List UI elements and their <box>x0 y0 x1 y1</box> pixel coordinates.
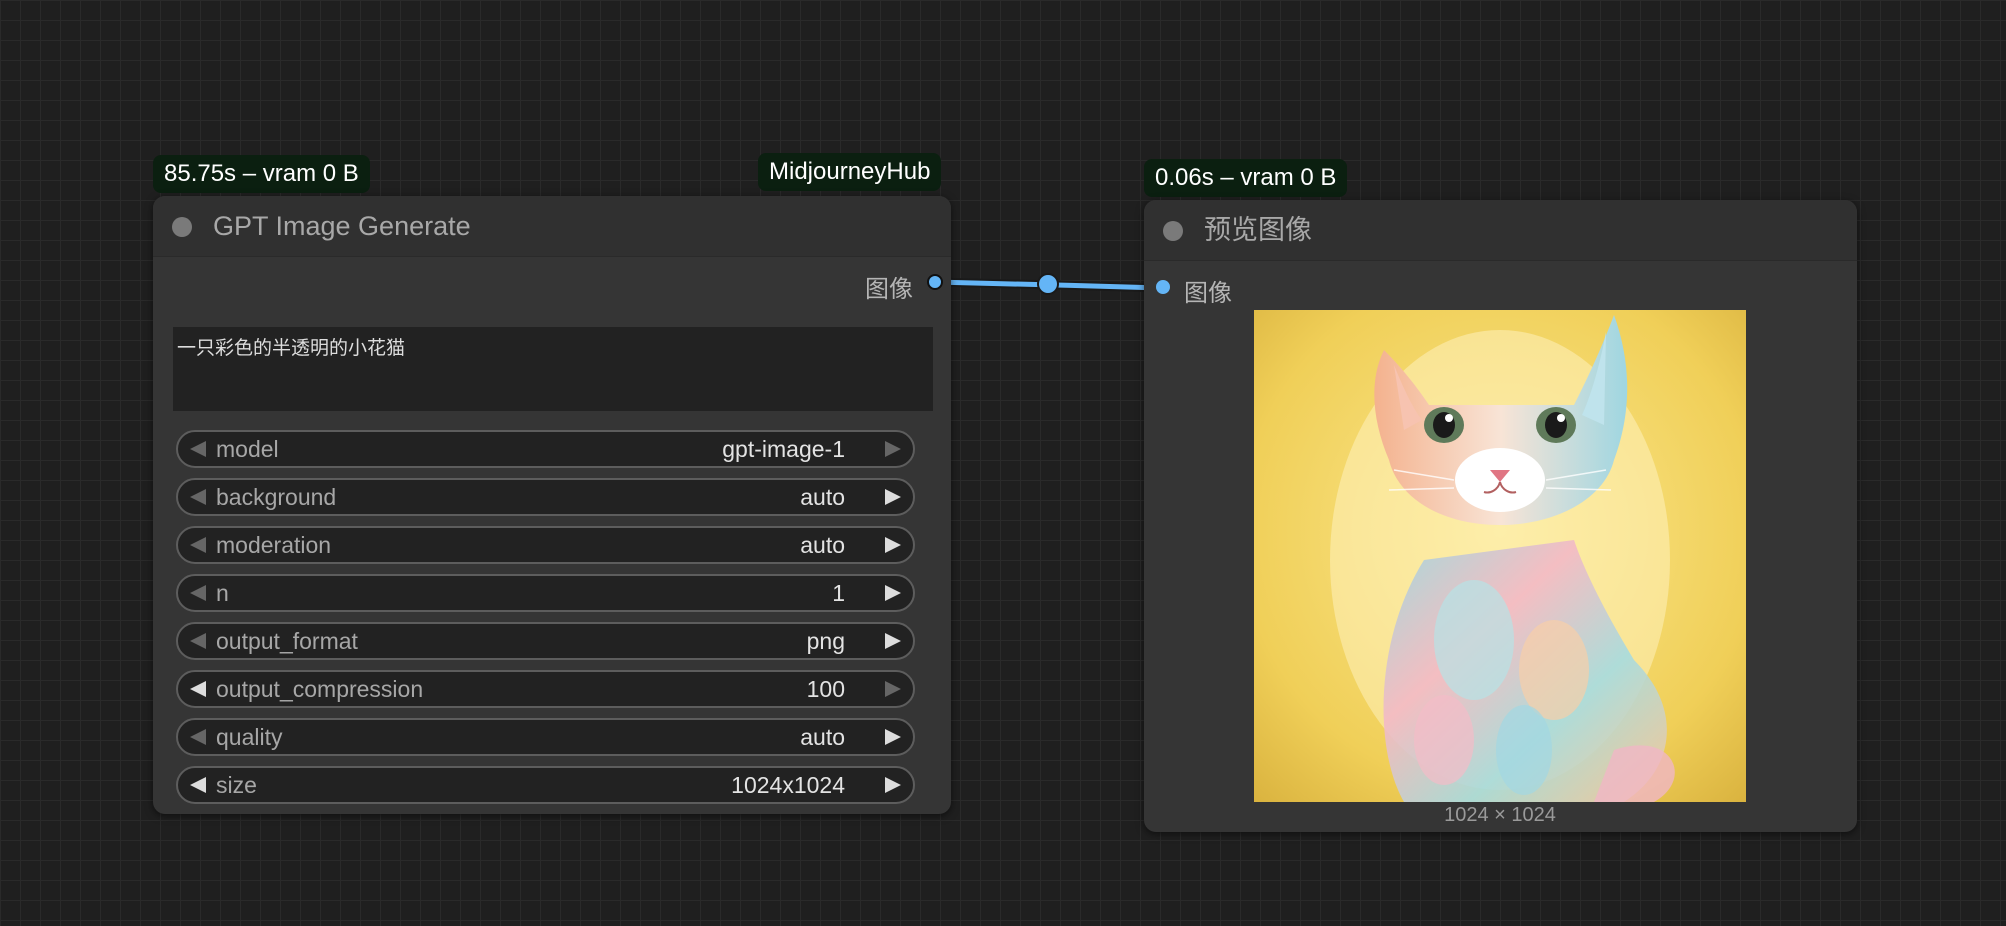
decrement-arrow-icon[interactable] <box>190 681 206 697</box>
output-slot-dot[interactable] <box>927 274 943 290</box>
widget-name: n <box>216 580 229 606</box>
increment-arrow-icon[interactable] <box>885 489 901 505</box>
input-slot-dot[interactable] <box>1156 280 1170 294</box>
collapse-dot-icon[interactable] <box>172 217 192 237</box>
increment-arrow-icon[interactable] <box>885 633 901 649</box>
widget-value: png <box>806 628 845 654</box>
increment-arrow-icon[interactable] <box>885 681 901 697</box>
decrement-arrow-icon[interactable] <box>190 585 206 601</box>
preview-image-node[interactable]: 预览图像 图像 1024 × 1024 <box>1144 200 1857 832</box>
increment-arrow-icon[interactable] <box>885 441 901 457</box>
widget-quality[interactable]: quality auto <box>176 718 915 756</box>
execution-time-badge: 85.75s – vram 0 B <box>153 155 370 193</box>
widget-background[interactable]: background auto <box>176 478 915 516</box>
prompt-textarea[interactable]: 一只彩色的半透明的小花猫 <box>173 327 933 411</box>
decrement-arrow-icon[interactable] <box>190 537 206 553</box>
increment-arrow-icon[interactable] <box>885 537 901 553</box>
cat-illustration <box>1254 310 1746 802</box>
widget-value: 1024x1024 <box>731 772 845 798</box>
widget-name: size <box>216 772 257 798</box>
collapse-dot-icon[interactable] <box>1163 221 1183 241</box>
widget-name: background <box>216 484 337 510</box>
widget-name: moderation <box>216 532 332 558</box>
decrement-arrow-icon[interactable] <box>190 489 206 505</box>
widget-model[interactable]: model gpt-image-1 <box>176 430 915 468</box>
widget-name: output_compression <box>216 676 424 702</box>
widget-output-compression[interactable]: output_compression 100 <box>176 670 915 708</box>
input-slot-label: 图像 <box>1184 280 1232 307</box>
widget-value: 1 <box>832 580 845 606</box>
widget-value: gpt-image-1 <box>722 436 845 462</box>
widget-n[interactable]: n 1 <box>176 574 915 612</box>
decrement-arrow-icon[interactable] <box>190 633 206 649</box>
output-slot-label: 图像 <box>865 276 913 303</box>
widget-value: auto <box>800 484 845 510</box>
node-title: GPT Image Generate <box>213 211 471 241</box>
widget-output-format[interactable]: output_format png <box>176 622 915 660</box>
widget-value: auto <box>800 724 845 750</box>
image-size-caption: 1024 × 1024 <box>1444 804 1556 826</box>
increment-arrow-icon[interactable] <box>885 777 901 793</box>
increment-arrow-icon[interactable] <box>885 585 901 601</box>
widget-value: auto <box>800 532 845 558</box>
widget-name: quality <box>216 724 283 750</box>
node-header[interactable]: 预览图像 <box>1144 200 1857 261</box>
decrement-arrow-icon[interactable] <box>190 777 206 793</box>
widget-name: model <box>216 436 279 462</box>
gpt-image-generate-node[interactable]: GPT Image Generate 图像 一只彩色的半透明的小花猫 model… <box>153 196 951 814</box>
node-header[interactable]: GPT Image Generate <box>153 196 951 257</box>
decrement-arrow-icon[interactable] <box>190 441 206 457</box>
link-midpoint-handle <box>1037 273 1059 295</box>
increment-arrow-icon[interactable] <box>885 729 901 745</box>
widget-moderation[interactable]: moderation auto <box>176 526 915 564</box>
decrement-arrow-icon[interactable] <box>190 729 206 745</box>
widget-value: 100 <box>806 676 845 702</box>
node-title: 预览图像 <box>1204 215 1312 245</box>
widget-size[interactable]: size 1024x1024 <box>176 766 915 804</box>
execution-time-badge: 0.06s – vram 0 B <box>1144 159 1348 197</box>
widget-name: output_format <box>216 628 358 654</box>
preview-image[interactable] <box>1254 310 1746 802</box>
group-badge: MidjourneyHub <box>758 153 942 191</box>
